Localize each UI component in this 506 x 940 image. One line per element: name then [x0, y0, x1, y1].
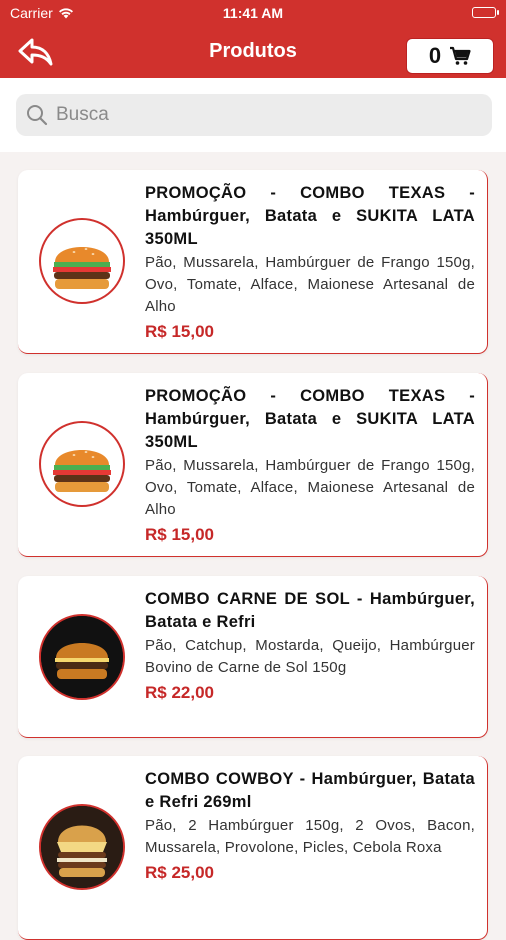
search-input[interactable] — [54, 103, 458, 127]
search-bar[interactable] — [16, 94, 492, 136]
burger-image — [39, 421, 125, 507]
burger-image — [39, 218, 125, 304]
product-name: PROMOÇÃO - COMBO TEXAS - Hambúrguer, Bat… — [145, 387, 475, 451]
product-name: PROMOÇÃO - COMBO TEXAS - Hambúrguer, Bat… — [145, 184, 475, 248]
product-card[interactable]: COMBO COWBOY - Hambúrguer, Batata e Refr… — [18, 756, 488, 940]
product-card[interactable]: COMBO CARNE DE SOL - Hambúrguer, Batata … — [18, 576, 488, 738]
product-name: COMBO COWBOY - Hambúrguer, Batata e Refr… — [145, 770, 475, 811]
product-description: Pão, Mussarela, Hambúrguer de Frango 150… — [145, 254, 475, 315]
product-price: R$ 25,00 — [145, 863, 214, 882]
status-time: 11:41 AM — [222, 5, 284, 21]
product-description: Pão, 2 Hambúrguer 150g, 2 Ovos, Bacon, M… — [145, 817, 475, 856]
search-icon — [27, 105, 48, 126]
product-list: PROMOÇÃO - COMBO TEXAS - Hambúrguer, Bat… — [0, 152, 506, 940]
burger-image — [39, 804, 125, 890]
battery-icon — [472, 7, 499, 18]
product-description: Pão, Mussarela, Hambúrguer de Frango 150… — [145, 457, 475, 518]
product-card[interactable]: PROMOÇÃO - COMBO TEXAS - Hambúrguer, Bat… — [18, 170, 488, 354]
product-price: R$ 15,00 — [145, 525, 214, 544]
shopping-cart-icon — [450, 46, 471, 65]
nav-bar: Produtos 0 — [0, 26, 506, 78]
burger-image — [39, 614, 125, 700]
status-bar: Carrier 11:41 AM — [0, 0, 506, 26]
product-price: R$ 22,00 — [145, 683, 214, 702]
product-description: Pão, Catchup, Mostarda, Queijo, Hambúrgu… — [145, 637, 475, 676]
search-section — [0, 78, 506, 152]
product-price: R$ 15,00 — [145, 322, 214, 341]
product-card[interactable]: PROMOÇÃO - COMBO TEXAS - Hambúrguer, Bat… — [18, 373, 488, 557]
cart-count: 0 — [428, 43, 442, 68]
product-name: COMBO CARNE DE SOL - Hambúrguer, Batata … — [145, 590, 475, 631]
cart-button[interactable]: 0 — [406, 38, 494, 74]
